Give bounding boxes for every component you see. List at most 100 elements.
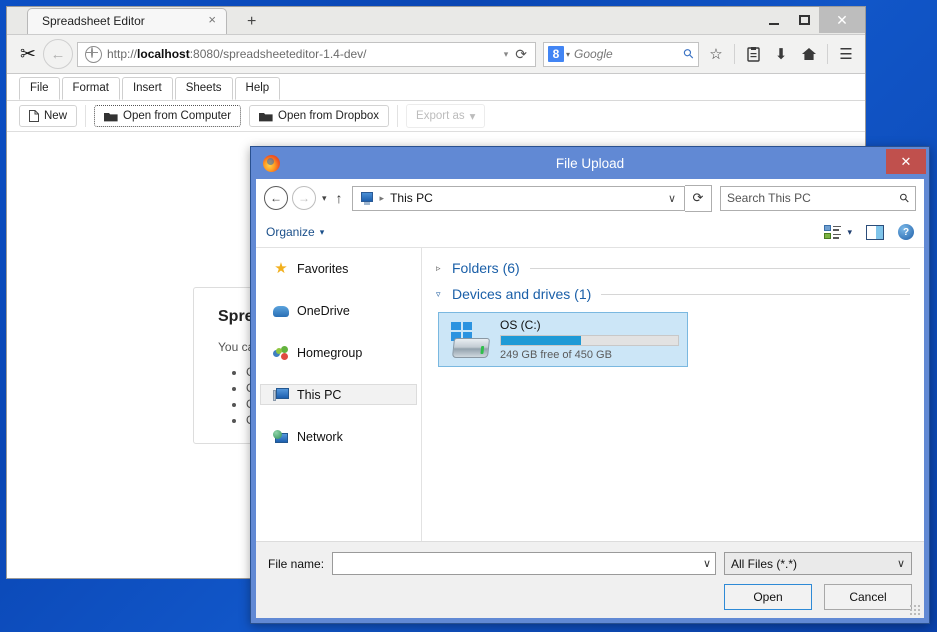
group-title-folders: Folders (6) — [452, 260, 520, 276]
sidebar-item-label: Network — [297, 429, 343, 444]
new-button[interactable]: New — [19, 105, 78, 127]
export-as-button[interactable]: Export as ▾ — [406, 104, 486, 128]
drive-info: OS (C:) 249 GB free of 450 GB — [500, 318, 679, 361]
change-view-icon[interactable] — [824, 224, 842, 240]
group-header-folders[interactable]: ▹ Folders (6) — [436, 260, 910, 276]
app-menu-sheets[interactable]: Sheets — [174, 77, 233, 100]
file-name-label: File name: — [268, 556, 325, 571]
homegroup-icon — [273, 346, 289, 360]
export-as-label: Export as — [416, 110, 465, 122]
sidebar-item-label: OneDrive — [297, 303, 350, 318]
file-name-dropdown-icon[interactable]: ∨ — [703, 557, 711, 570]
scissors-icon[interactable]: ✂ — [13, 43, 43, 66]
file-type-dropdown-icon[interactable]: ∨ — [897, 557, 905, 570]
sidebar-item-favorites[interactable]: ★ Favorites — [260, 258, 417, 279]
organize-caret-icon[interactable]: ▾ — [320, 227, 325, 238]
drive-free-space: 249 GB free of 450 GB — [500, 349, 612, 361]
folder-icon — [104, 112, 118, 121]
cloud-icon — [273, 303, 289, 319]
tab-strip: Spreadsheet Editor × + — [7, 7, 865, 34]
tab-close-icon[interactable]: × — [208, 13, 216, 27]
url-host: localhost — [137, 47, 190, 61]
search-bar[interactable]: 8 ▾ Google ⚲ — [543, 41, 699, 67]
open-from-dropbox-button[interactable]: Open from Dropbox — [249, 105, 390, 127]
organize-button[interactable]: Organize — [266, 225, 315, 239]
download-icon[interactable]: ⬇ — [768, 40, 794, 68]
view-controls: ▾ ? — [824, 224, 914, 240]
file-name-input[interactable]: ∨ — [332, 552, 716, 575]
hamburger-menu-icon[interactable]: ☰ — [833, 40, 859, 68]
app-menu-format[interactable]: Format — [61, 77, 120, 100]
dialog-body: ← → ▾ ↑ ▸ This PC ∨ ⟳ Search This PC ⚲ O… — [256, 179, 924, 618]
breadcrumb[interactable]: ▸ This PC ∨ — [351, 185, 685, 211]
dialog-title: File Upload — [555, 155, 625, 171]
refresh-button[interactable]: ⟳ — [685, 184, 712, 212]
open-button[interactable]: Open — [724, 584, 812, 610]
dialog-navigation-pane: ★ Favorites OneDrive Homegroup This PC N… — [256, 248, 422, 541]
dialog-close-button[interactable]: ✕ — [886, 149, 926, 174]
bookmark-star-icon[interactable]: ☆ — [703, 40, 729, 68]
sidebar-item-network[interactable]: Network — [260, 426, 417, 447]
change-view-caret-icon[interactable]: ▾ — [847, 227, 852, 238]
sidebar-item-this-pc[interactable]: This PC — [260, 384, 417, 405]
toolbar-divider-2 — [827, 44, 828, 64]
open-from-computer-button[interactable]: Open from Computer — [94, 105, 242, 127]
group-header-devices[interactable]: ▿ Devices and drives (1) — [436, 286, 910, 302]
url-path: :8080/spreadsheeteditor-1.4-dev/ — [189, 47, 367, 61]
dialog-footer: File name: ∨ All Files (*.*) ∨ Open Canc… — [256, 541, 924, 618]
chevron-down-icon[interactable]: ▿ — [436, 289, 445, 300]
new-tab-button[interactable]: + — [247, 14, 256, 30]
search-engine-caret-icon[interactable]: ▾ — [566, 50, 570, 59]
dialog-address-row: ← → ▾ ↑ ▸ This PC ∨ ⟳ Search This PC ⚲ — [256, 179, 924, 217]
search-input-placeholder: Search This PC — [727, 191, 811, 205]
recent-locations-icon[interactable]: ▾ — [322, 193, 327, 204]
search-icon: ⚲ — [896, 189, 913, 207]
dialog-forward-button[interactable]: → — [292, 186, 316, 210]
search-placeholder: Google — [574, 47, 613, 61]
search-input[interactable]: Search This PC ⚲ — [720, 185, 916, 211]
url-bar[interactable]: http://localhost:8080/spreadsheeteditor-… — [77, 41, 536, 67]
resize-grip[interactable] — [910, 605, 921, 616]
app-menu-insert[interactable]: Insert — [121, 77, 173, 100]
window-close-button[interactable]: ✕ — [819, 7, 865, 33]
network-icon — [273, 430, 289, 444]
url-scheme: http:// — [107, 47, 138, 61]
minimize-button[interactable] — [759, 7, 789, 33]
preview-pane-icon[interactable] — [866, 224, 884, 240]
globe-icon — [85, 45, 102, 63]
app-menu-help[interactable]: Help — [234, 77, 281, 100]
star-icon: ★ — [274, 259, 288, 277]
sidebar-item-onedrive[interactable]: OneDrive — [260, 300, 417, 321]
breadcrumb-dropdown-icon[interactable]: ∨ — [668, 192, 680, 205]
search-engine-icon[interactable]: 8 — [548, 46, 564, 62]
app-menu-file[interactable]: File — [19, 77, 60, 100]
app-menu-bar: File Format Insert Sheets Help — [7, 74, 865, 101]
url-dropdown-icon[interactable]: ▾ — [504, 49, 509, 60]
url-bar-controls: ▾ ⟳ — [504, 46, 531, 63]
toolbar-separator-2 — [397, 105, 399, 127]
drive-item-os-c[interactable]: OS (C:) 249 GB free of 450 GB — [438, 312, 688, 367]
up-one-level-button[interactable]: ↑ — [336, 190, 343, 206]
export-as-caret-icon: ▾ — [469, 111, 476, 123]
breadcrumb-path: This PC — [390, 191, 433, 205]
dialog-back-button[interactable]: ← — [264, 186, 288, 210]
library-icon[interactable] — [740, 40, 766, 68]
maximize-button[interactable] — [789, 7, 819, 33]
browser-tab[interactable]: Spreadsheet Editor × — [27, 8, 227, 34]
back-button[interactable]: ← — [43, 39, 73, 69]
chevron-right-icon[interactable]: ▹ — [436, 263, 445, 274]
help-icon[interactable]: ? — [898, 224, 914, 240]
file-type-value: All Files (*.*) — [731, 556, 798, 571]
group-divider-2 — [601, 293, 910, 295]
home-icon[interactable] — [796, 40, 822, 68]
file-type-select[interactable]: All Files (*.*) ∨ — [724, 552, 912, 575]
open-from-dropbox-label: Open from Dropbox — [278, 110, 380, 122]
file-list-pane: ▹ Folders (6) ▿ Devices and drives (1) O… — [422, 248, 924, 541]
drive-capacity-bar — [500, 335, 679, 346]
tab-title: Spreadsheet Editor — [42, 14, 145, 28]
cancel-button[interactable]: Cancel — [824, 584, 912, 610]
drive-capacity-fill — [501, 336, 581, 345]
reload-icon[interactable]: ⟳ — [515, 46, 527, 63]
search-magnifier-icon[interactable]: ⚲ — [680, 45, 698, 63]
sidebar-item-homegroup[interactable]: Homegroup — [260, 342, 417, 363]
